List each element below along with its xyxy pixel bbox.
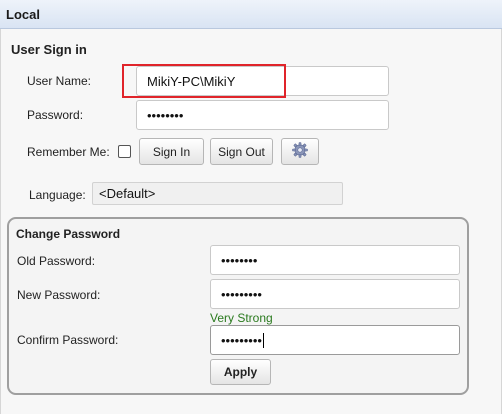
old-password-field[interactable]: •••••••• — [210, 245, 460, 275]
new-password-field[interactable]: ••••••••• — [210, 279, 460, 309]
password-field[interactable]: •••••••• — [136, 100, 389, 130]
apply-button[interactable]: Apply — [210, 359, 271, 385]
old-password-label: Old Password: — [17, 254, 96, 268]
password-strength-indicator: Very Strong — [210, 311, 273, 325]
sign-in-title: User Sign in — [11, 42, 87, 57]
confirm-password-value: ••••••••• — [221, 332, 262, 348]
sign-out-label: Sign Out — [218, 144, 265, 159]
old-password-value: •••••••• — [221, 252, 258, 268]
username-value: MikiY-PC\MikiY — [147, 73, 236, 89]
username-label: User Name: — [27, 74, 92, 88]
section-header: Local — [0, 0, 502, 29]
text-cursor — [262, 332, 264, 348]
confirm-password-field[interactable]: ••••••••• — [210, 325, 460, 355]
gear-icon — [291, 141, 309, 162]
sign-in-button[interactable]: Sign In — [139, 138, 204, 165]
password-value: •••••••• — [147, 107, 184, 123]
new-password-value: ••••••••• — [221, 286, 262, 302]
new-password-label: New Password: — [17, 288, 101, 302]
sign-in-label: Sign In — [152, 144, 191, 159]
remember-me-checkbox[interactable] — [118, 145, 131, 158]
password-label: Password: — [27, 108, 84, 122]
confirm-password-label: Confirm Password: — [17, 333, 119, 347]
language-label: Language: — [29, 188, 86, 202]
settings-button[interactable] — [281, 138, 319, 165]
language-value: <Default> — [99, 186, 156, 201]
sign-out-button[interactable]: Sign Out — [210, 138, 273, 165]
change-password-title: Change Password — [16, 227, 121, 241]
remember-me-label: Remember Me: — [27, 145, 110, 159]
language-select[interactable]: <Default> — [92, 182, 343, 205]
apply-label: Apply — [223, 365, 258, 379]
username-field[interactable]: MikiY-PC\MikiY — [136, 66, 389, 96]
header-title: Local — [6, 7, 40, 22]
